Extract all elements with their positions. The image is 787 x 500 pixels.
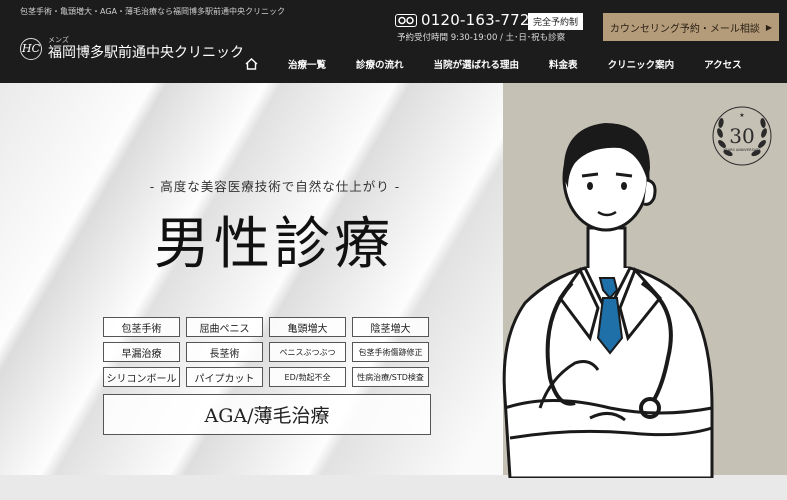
logo-clinic-name: 福岡博多駅前通中央クリニック (48, 45, 244, 61)
nav-item-pricing[interactable]: 料金表 (549, 57, 578, 71)
hero-background (0, 83, 520, 500)
tag-vasectomy[interactable]: パイプカット (186, 367, 263, 387)
reception-hours: 予約受付時間 9:30-19:00 / 土･日･祝も診察 (397, 33, 566, 43)
badge-caption: YEARS ANNIVERSARY (723, 148, 761, 152)
tag-premature-ejaculation[interactable]: 早漏治療 (103, 342, 180, 362)
header-tagline: 包茎手術・亀頭増大・AGA・薄毛治療なら福岡博多駅前通中央クリニック (20, 7, 286, 16)
nav-item-access[interactable]: アクセス (704, 57, 742, 71)
nav-item-clinic-info[interactable]: クリニック案内 (608, 57, 675, 71)
hero-subtitle: - 高度な美容医療技術で自然な仕上がり - (149, 179, 401, 194)
badge-number: 30 (729, 124, 754, 148)
tag-std-test[interactable]: 性病治療/STD検査 (352, 367, 429, 387)
hero-title: 男性診療 (154, 212, 394, 277)
logo-mark-icon: HC (20, 37, 42, 60)
nav-item-treatments[interactable]: 治療一覧 (288, 57, 326, 71)
nav-item-reasons[interactable]: 当院が選ばれる理由 (434, 57, 520, 71)
tag-phimosis-surgery[interactable]: 包茎手術 (103, 317, 180, 337)
free-dial-icon (395, 13, 417, 27)
home-icon[interactable] (240, 58, 262, 70)
doctor-illustration (502, 123, 714, 478)
tag-penile-bumps[interactable]: ペニスぶつぶつ (269, 342, 346, 362)
treatment-tags: 包茎手術 屈曲ペニス 亀頭増大 陰茎増大 早漏治療 長茎術 ペニスぶつぶつ 包茎… (103, 317, 431, 387)
counseling-reservation-button[interactable]: カウンセリング予約・メール相談 ▶ (603, 13, 779, 41)
svg-text:★: ★ (739, 112, 744, 119)
clinic-logo[interactable]: HC メンズ 福岡博多駅前通中央クリニック (20, 37, 244, 60)
logo-subtext: メンズ (48, 36, 69, 44)
tag-scar-revision[interactable]: 包茎手術傷跡修正 (352, 342, 429, 362)
tag-silicone-ball[interactable]: シリコンボール (103, 367, 180, 387)
tag-curved-penis[interactable]: 屈曲ペニス (186, 317, 263, 337)
phone-contact[interactable]: 0120-163-772 (395, 11, 530, 29)
main-navigation: 治療一覧 診療の流れ 当院が選ばれる理由 料金表 クリニック案内 アクセス (240, 55, 742, 73)
reservation-only-badge: 完全予約制 (528, 13, 584, 30)
hero-section: - 高度な美容医療技術で自然な仕上がり - 男性診療 包茎手術 屈曲ペニス 亀頭… (0, 83, 787, 500)
site-header: 包茎手術・亀頭増大・AGA・薄毛治療なら福岡博多駅前通中央クリニック HC メン… (0, 0, 787, 83)
phone-number: 0120-163-772 (421, 11, 530, 29)
tag-penis-enlargement[interactable]: 陰茎増大 (352, 317, 429, 337)
tag-ed[interactable]: ED/勃起不全 (269, 367, 346, 387)
tag-aga-hair-loss[interactable]: AGA/薄毛治療 (103, 394, 431, 435)
cta-label: カウンセリング予約・メール相談 (609, 23, 760, 35)
tag-lengthening[interactable]: 長茎術 (186, 342, 263, 362)
arrow-right-icon: ▶ (765, 22, 773, 32)
tag-glans-enlargement[interactable]: 亀頭増大 (269, 317, 346, 337)
anniversary-badge: ★ 30 YEARS ANNIVERSARY (712, 106, 772, 166)
nav-item-flow[interactable]: 診療の流れ (356, 57, 404, 71)
hero-bottom-strip (0, 475, 787, 500)
